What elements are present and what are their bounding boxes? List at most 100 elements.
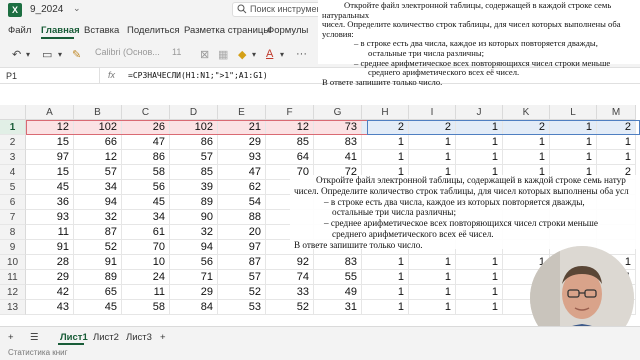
cell-d9[interactable]: 94 [170, 240, 218, 255]
row-header-4[interactable]: 4 [0, 165, 26, 180]
row-header-3[interactable]: 3 [0, 150, 26, 165]
cell-g2[interactable]: 83 [314, 135, 362, 150]
cell-d12[interactable]: 29 [170, 285, 218, 300]
cell-m1[interactable]: 2 [597, 120, 636, 135]
column-header-e[interactable]: E [218, 105, 266, 120]
cell-d5[interactable]: 39 [170, 180, 218, 195]
font-color-dropdown-icon[interactable]: ▾ [280, 50, 284, 59]
cell-j10[interactable]: 1 [456, 255, 503, 270]
cell-b5[interactable]: 34 [74, 180, 122, 195]
cell-b2[interactable]: 66 [74, 135, 122, 150]
cell-a12[interactable]: 42 [26, 285, 74, 300]
tab-insert[interactable]: Вставка [84, 25, 119, 36]
cell-b8[interactable]: 87 [74, 225, 122, 240]
cell-f1[interactable]: 12 [266, 120, 314, 135]
cell-j1[interactable]: 1 [456, 120, 503, 135]
tab-formulas[interactable]: Формулы [267, 25, 308, 36]
cell-c13[interactable]: 58 [122, 300, 170, 315]
cell-g10[interactable]: 83 [314, 255, 362, 270]
cell-c5[interactable]: 56 [122, 180, 170, 195]
cell-a11[interactable]: 29 [26, 270, 74, 285]
cell-g13[interactable]: 31 [314, 300, 362, 315]
cell-e12[interactable]: 52 [218, 285, 266, 300]
cell-e5[interactable]: 62 [218, 180, 266, 195]
cell-h2[interactable]: 1 [362, 135, 409, 150]
cell-e7[interactable]: 88 [218, 210, 266, 225]
cell-k2[interactable]: 1 [503, 135, 550, 150]
sheet-tab-1[interactable]: Лист1 [60, 332, 88, 343]
formula-input[interactable]: =СРЗНАЧЕСЛИ(H1:N1;">1";A1:G1) [128, 71, 268, 80]
cell-d13[interactable]: 84 [170, 300, 218, 315]
cell-c11[interactable]: 24 [122, 270, 170, 285]
sheet-tab-2[interactable]: Лист2 [93, 332, 119, 343]
name-box[interactable]: P1 [0, 68, 100, 84]
cell-e10[interactable]: 87 [218, 255, 266, 270]
cell-c10[interactable]: 10 [122, 255, 170, 270]
column-header-i[interactable]: I [409, 105, 456, 120]
cell-d4[interactable]: 85 [170, 165, 218, 180]
cell-d8[interactable]: 32 [170, 225, 218, 240]
column-header-h[interactable]: H [362, 105, 409, 120]
cell-c7[interactable]: 34 [122, 210, 170, 225]
cell-c8[interactable]: 61 [122, 225, 170, 240]
cell-h10[interactable]: 1 [362, 255, 409, 270]
sheet-list-icon[interactable]: ☰ [30, 332, 39, 343]
cell-l3[interactable]: 1 [550, 150, 597, 165]
cell-e6[interactable]: 54 [218, 195, 266, 210]
cell-i13[interactable]: 1 [409, 300, 456, 315]
row-header-1[interactable]: 1 [0, 120, 26, 135]
row-header-5[interactable]: 5 [0, 180, 26, 195]
undo-icon[interactable]: ↶ [12, 48, 21, 61]
row-header-6[interactable]: 6 [0, 195, 26, 210]
cell-a2[interactable]: 15 [26, 135, 74, 150]
row-header-10[interactable]: 10 [0, 255, 26, 270]
cell-a10[interactable]: 28 [26, 255, 74, 270]
cell-h11[interactable]: 1 [362, 270, 409, 285]
cell-d2[interactable]: 86 [170, 135, 218, 150]
cell-j11[interactable]: 1 [456, 270, 503, 285]
fill-color-icon[interactable]: ◆ [238, 48, 246, 61]
cell-b7[interactable]: 32 [74, 210, 122, 225]
font-name-select[interactable]: Calibri (Основ... [95, 47, 167, 61]
cell-i1[interactable]: 2 [409, 120, 456, 135]
row-header-13[interactable]: 13 [0, 300, 26, 315]
column-header-f[interactable]: F [266, 105, 314, 120]
cell-k3[interactable]: 1 [503, 150, 550, 165]
row-header-8[interactable]: 8 [0, 225, 26, 240]
cell-c2[interactable]: 47 [122, 135, 170, 150]
cell-j12[interactable]: 1 [456, 285, 503, 300]
cell-i2[interactable]: 1 [409, 135, 456, 150]
cell-f12[interactable]: 33 [266, 285, 314, 300]
cell-i3[interactable]: 1 [409, 150, 456, 165]
row-header-7[interactable]: 7 [0, 210, 26, 225]
cell-j13[interactable]: 1 [456, 300, 503, 315]
file-name[interactable]: 9_2024 [30, 4, 63, 15]
cell-c12[interactable]: 11 [122, 285, 170, 300]
cell-g11[interactable]: 55 [314, 270, 362, 285]
row-header-2[interactable]: 2 [0, 135, 26, 150]
cell-e9[interactable]: 97 [218, 240, 266, 255]
cell-c3[interactable]: 86 [122, 150, 170, 165]
cell-b4[interactable]: 57 [74, 165, 122, 180]
cell-a8[interactable]: 11 [26, 225, 74, 240]
cell-e2[interactable]: 29 [218, 135, 266, 150]
borders-icon[interactable]: ▦ [218, 48, 228, 61]
cell-g1[interactable]: 73 [314, 120, 362, 135]
cell-g3[interactable]: 41 [314, 150, 362, 165]
cell-f10[interactable]: 92 [266, 255, 314, 270]
more-options-icon[interactable]: ··· [296, 48, 307, 60]
cell-l2[interactable]: 1 [550, 135, 597, 150]
cell-b3[interactable]: 12 [74, 150, 122, 165]
column-header-j[interactable]: J [456, 105, 503, 120]
cell-b1[interactable]: 102 [74, 120, 122, 135]
cell-h12[interactable]: 1 [362, 285, 409, 300]
cell-d11[interactable]: 71 [170, 270, 218, 285]
cell-h13[interactable]: 1 [362, 300, 409, 315]
cell-e11[interactable]: 57 [218, 270, 266, 285]
column-header-d[interactable]: D [170, 105, 218, 120]
cell-c1[interactable]: 26 [122, 120, 170, 135]
cell-l1[interactable]: 1 [550, 120, 597, 135]
paste-dropdown-icon[interactable]: ▾ [58, 50, 62, 59]
cell-m2[interactable]: 1 [597, 135, 636, 150]
add-sheet-icon[interactable]: + [160, 332, 166, 343]
